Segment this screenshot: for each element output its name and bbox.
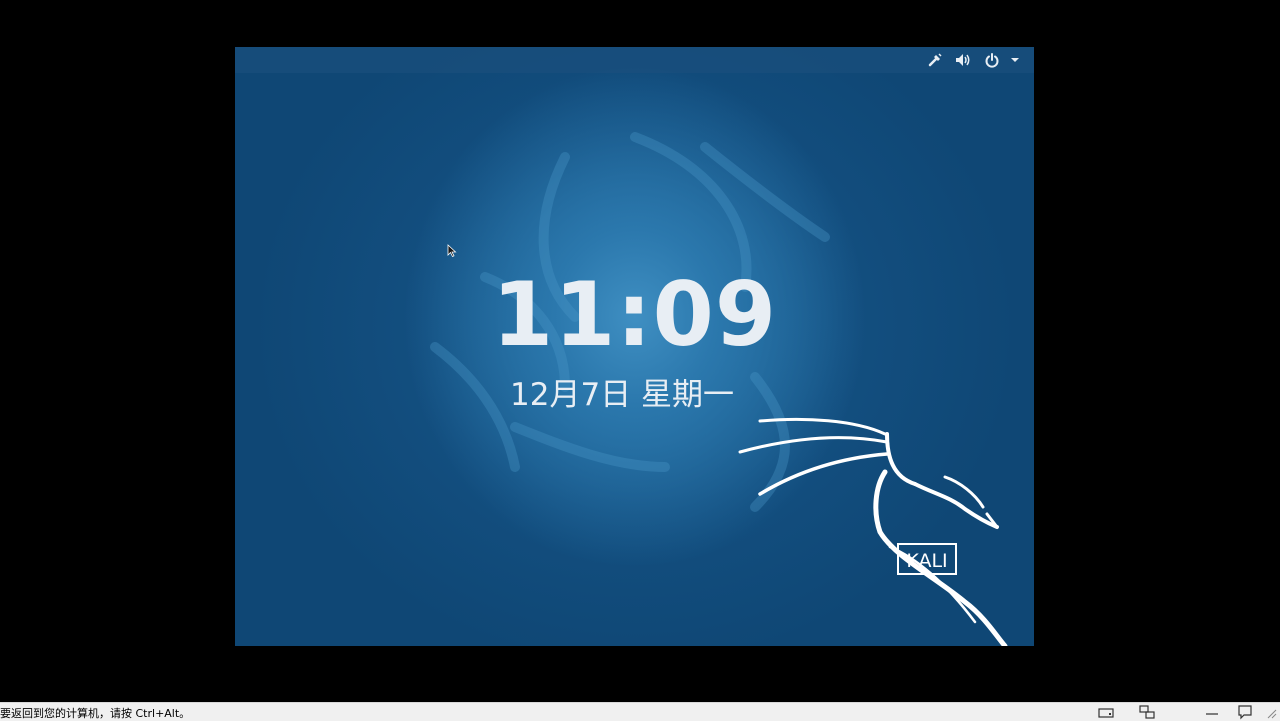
kali-dragon-logo: KALI [738, 417, 1008, 646]
vm-screen[interactable]: 11:09 12月7日 星期一 KALI [235, 47, 1034, 646]
chevron-down-icon[interactable] [1005, 50, 1025, 70]
status-message: 要返回到您的计算机，请按 Ctrl+Alt。 [0, 707, 191, 720]
clock-time: 11:09 [491, 263, 778, 366]
network-wired-icon[interactable] [925, 50, 945, 70]
message-icon[interactable] [1236, 704, 1254, 720]
volume-icon[interactable] [953, 50, 973, 70]
vm-status-bar: 要返回到您的计算机，请按 Ctrl+Alt。 [0, 702, 1280, 721]
usb-icon[interactable] [1203, 704, 1221, 720]
top-bar [235, 47, 1034, 73]
power-icon[interactable] [982, 50, 1002, 70]
clock-date: 12月7日 星期一 [510, 377, 735, 413]
hard-disk-icon[interactable] [1097, 704, 1115, 720]
mouse-cursor-icon [447, 244, 457, 258]
network-adapter-icon[interactable] [1138, 704, 1156, 720]
kali-logo-text: KALI [906, 550, 947, 572]
resize-grip-icon[interactable] [1262, 704, 1280, 720]
